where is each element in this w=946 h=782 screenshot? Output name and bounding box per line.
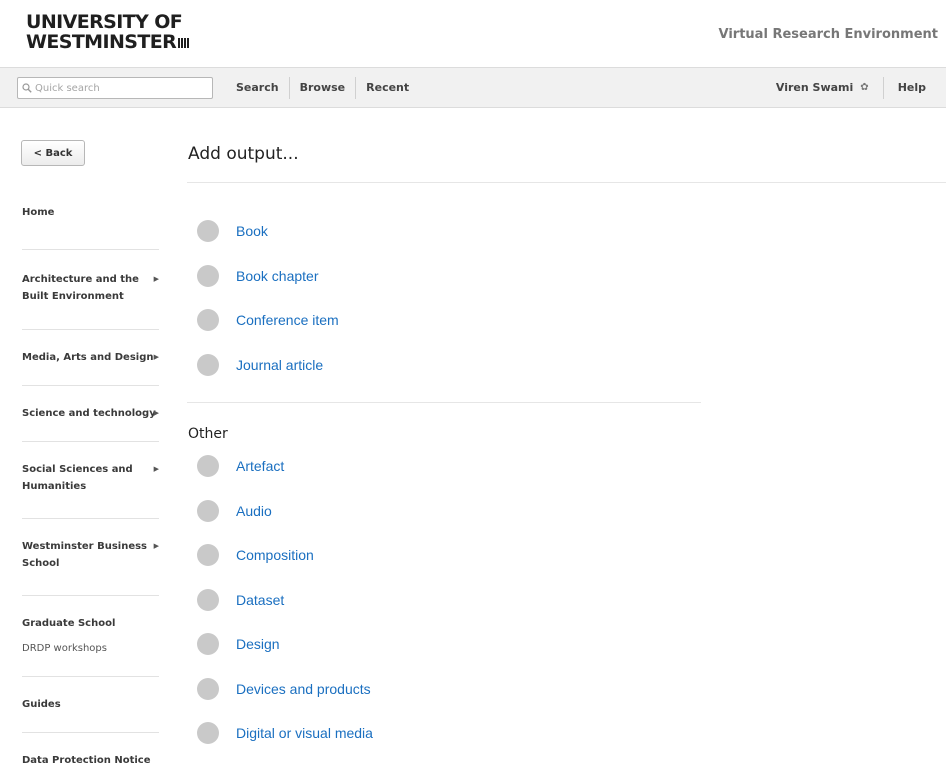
sidebar-item-graduate-school[interactable]: Graduate School DRDP workshops — [22, 596, 159, 677]
primary-output-list: Book Book chapter Conference item Journa… — [197, 209, 697, 387]
back-button[interactable]: < Back — [21, 140, 85, 166]
radio-button[interactable] — [197, 588, 219, 611]
gear-icon: ✿ — [860, 81, 869, 93]
nav-user-area: Viren Swami ✿ Help — [766, 68, 946, 107]
nav-bar: Search Browse Recent Viren Swami ✿ Help — [0, 67, 946, 108]
main-content: Add output... Book Book chapter Conferen… — [187, 108, 946, 757]
sidebar-item-data-protection[interactable]: Data Protection Notice — [22, 733, 159, 782]
radio-button[interactable] — [197, 220, 219, 243]
sidebar-item-label: Guides — [22, 699, 61, 710]
sidebar-item-business-school[interactable]: Westminster Business School ▶ — [22, 519, 159, 596]
nav-links: Search Browse Recent — [226, 68, 419, 107]
divider — [187, 402, 701, 403]
radio-button[interactable] — [197, 633, 219, 656]
app-name[interactable]: Virtual Research Environment — [719, 27, 938, 42]
sidebar-item-label: Graduate School — [22, 618, 116, 629]
option-label[interactable]: Journal article — [236, 357, 323, 373]
output-option-composition[interactable]: Composition — [197, 533, 697, 578]
option-label[interactable]: Book — [236, 223, 268, 239]
sidebar-menu: Home Architecture and the Built Environm… — [22, 204, 159, 782]
sidebar-subitem-drdp[interactable]: DRDP workshops — [22, 640, 159, 657]
radio-button[interactable] — [197, 544, 219, 567]
search-icon — [22, 83, 32, 93]
sidebar-item-label: Social Sciences and Humanities — [22, 464, 133, 492]
sidebar: < Back Home Architecture and the Built E… — [0, 108, 176, 766]
output-option-conference-item[interactable]: Conference item — [197, 298, 697, 343]
sidebar-item-home[interactable]: Home — [22, 204, 159, 250]
sidebar-item-science[interactable]: Science and technology ▶ — [22, 386, 159, 442]
output-option-devices-products[interactable]: Devices and products — [197, 667, 697, 712]
output-option-digital-visual-media[interactable]: Digital or visual media — [197, 711, 697, 756]
option-label[interactable]: Artefact — [236, 458, 284, 474]
sidebar-item-label: Westminster Business School — [22, 541, 148, 569]
radio-button[interactable] — [197, 722, 219, 745]
option-label[interactable]: Dataset — [236, 592, 284, 608]
chevron-right-icon: ▶ — [153, 465, 159, 473]
sidebar-item-label: Home — [22, 207, 55, 218]
site-header: UNIVERSITY OF WESTMINSTER Virtual Resear… — [0, 0, 946, 67]
user-name: Viren Swami — [775, 80, 854, 94]
option-label[interactable]: Digital or visual media — [236, 725, 373, 741]
sidebar-item-label: Architecture and the Built Environment — [22, 274, 139, 302]
option-label[interactable]: Composition — [236, 547, 314, 563]
logo-line-2: WESTMINSTER — [26, 31, 177, 53]
chevron-right-icon: ▶ — [153, 353, 159, 361]
page-title: Add output... — [188, 144, 299, 164]
output-option-artefact[interactable]: Artefact — [197, 444, 697, 489]
sidebar-item-media[interactable]: Media, Arts and Design ▶ — [22, 330, 159, 386]
chevron-right-icon: ▶ — [153, 409, 159, 417]
nav-recent-link[interactable]: Recent — [356, 77, 419, 99]
option-label[interactable]: Book chapter — [236, 268, 319, 284]
other-heading: Other — [188, 426, 228, 442]
output-option-design[interactable]: Design — [197, 622, 697, 667]
radio-button[interactable] — [197, 499, 219, 522]
option-label[interactable]: Audio — [236, 503, 272, 519]
output-option-journal-article[interactable]: Journal article — [197, 343, 697, 388]
output-option-book[interactable]: Book — [197, 209, 697, 254]
chevron-right-icon: ▶ — [153, 542, 159, 550]
nav-browse-link[interactable]: Browse — [290, 76, 357, 99]
nav-search-link[interactable]: Search — [226, 76, 290, 99]
quick-search-box[interactable] — [17, 77, 213, 99]
option-label[interactable]: Devices and products — [236, 681, 371, 697]
sidebar-item-label: Science and technology — [22, 408, 156, 419]
radio-button[interactable] — [197, 353, 219, 376]
sidebar-item-architecture[interactable]: Architecture and the Built Environment ▶ — [22, 250, 159, 330]
quick-search-input[interactable] — [35, 82, 205, 94]
radio-button[interactable] — [197, 264, 219, 287]
university-logo[interactable]: UNIVERSITY OF WESTMINSTER — [26, 11, 190, 53]
output-option-audio[interactable]: Audio — [197, 489, 697, 534]
logo-line-1: UNIVERSITY OF — [26, 11, 183, 33]
option-label[interactable]: Conference item — [236, 312, 339, 328]
radio-button[interactable] — [197, 677, 219, 700]
chevron-right-icon: ▶ — [153, 275, 159, 283]
radio-button[interactable] — [197, 455, 219, 478]
output-option-book-chapter[interactable]: Book chapter — [197, 254, 697, 299]
option-label[interactable]: Design — [236, 636, 280, 652]
logo-mark-icon — [178, 38, 190, 48]
sidebar-item-guides[interactable]: Guides — [22, 677, 159, 733]
user-menu[interactable]: Viren Swami ✿ — [766, 76, 884, 99]
output-option-dataset[interactable]: Dataset — [197, 578, 697, 623]
help-link[interactable]: Help — [884, 77, 946, 99]
other-output-list: Artefact Audio Composition Dataset Desig… — [197, 444, 697, 756]
radio-button[interactable] — [197, 309, 219, 332]
sidebar-item-social-sciences[interactable]: Social Sciences and Humanities ▶ — [22, 442, 159, 519]
divider — [187, 182, 946, 183]
sidebar-item-label: Media, Arts and Design — [22, 352, 154, 363]
